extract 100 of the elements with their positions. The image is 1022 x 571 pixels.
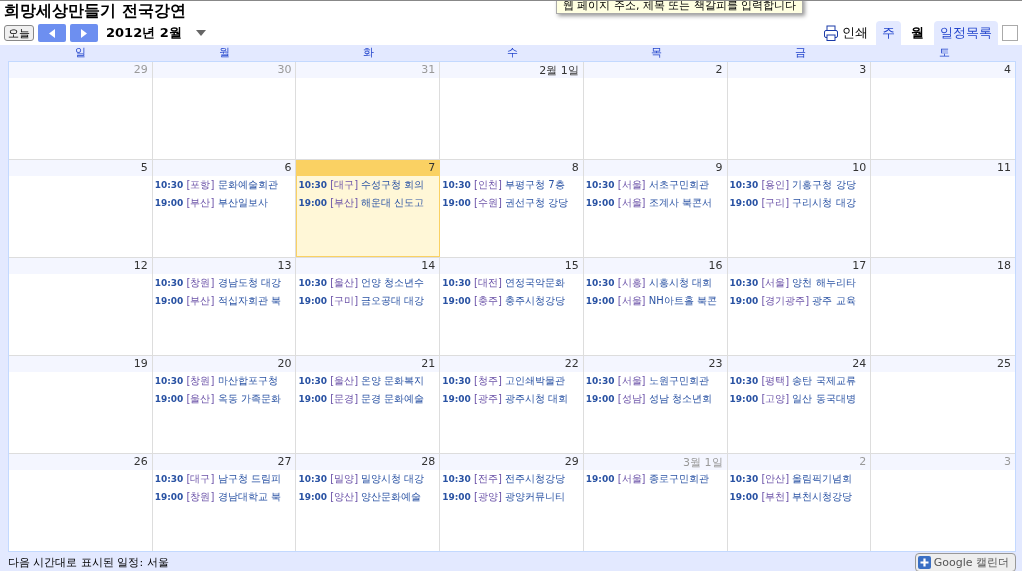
day-number: 2	[583, 62, 727, 78]
day-cell[interactable]: 16 10:30 [시흥] 시흥시청 대회 19:00 [서울] NH아트홀 북콘	[583, 258, 728, 355]
day-number: 15	[440, 258, 583, 274]
day-number: 10	[727, 160, 871, 176]
event-entry[interactable]: 19:00 [부산] 해운대 신도고	[296, 194, 440, 212]
event-entry[interactable]: 19:00 [서울] NH아트홀 북콘	[583, 292, 727, 310]
day-number: 27	[152, 454, 296, 470]
day-cell[interactable]: 23 10:30 [서울] 노원구민회관 19:00 [성남] 성남 청소년회	[583, 356, 728, 453]
dropdown-caret-icon[interactable]	[195, 30, 206, 36]
day-cell[interactable]: 3	[727, 62, 872, 159]
day-cell[interactable]: 25	[871, 356, 1015, 453]
day-cell[interactable]: 14 10:30 [울산] 언양 청소년수 19:00 [구미] 금오공대 대강	[296, 258, 441, 355]
day-cell[interactable]: 19	[9, 356, 153, 453]
event-entry[interactable]: 19:00 [고양] 일산 동국대병	[727, 390, 871, 408]
day-number: 13	[152, 258, 296, 274]
day-cell[interactable]: 3월 1일 19:00 [서울] 종로구민회관	[583, 454, 728, 551]
day-cell[interactable]: 5	[9, 160, 153, 257]
day-cell[interactable]: 10 10:30 [용인] 기흥구청 강당 19:00 [구리] 구리시청 대강	[727, 160, 872, 257]
event-entry[interactable]: 10:30 [울산] 온양 문화복지	[296, 372, 440, 390]
view-tab[interactable]: 일정목록	[934, 21, 998, 45]
day-cell[interactable]: 9 10:30 [서울] 서초구민회관 19:00 [서울] 조계사 북콘서	[583, 160, 728, 257]
day-cell[interactable]: 13 10:30 [창원] 경남도청 대강 19:00 [부산] 적십자회관 북	[152, 258, 297, 355]
day-cell[interactable]: 2월 1일	[440, 62, 584, 159]
day-cell[interactable]: 22 10:30 [청주] 고인쇄박물관 19:00 [광주] 광주시청 대회	[440, 356, 584, 453]
google-calendar-button[interactable]: Google 캘린더	[914, 552, 1016, 571]
previous-button[interactable]	[38, 24, 66, 42]
event-entry[interactable]: 19:00 [울산] 옥동 가족문화	[152, 390, 296, 408]
event-entry[interactable]: 19:00 [구리] 구리시청 대강	[727, 194, 871, 212]
day-cell[interactable]: 11	[871, 160, 1015, 257]
day-cell[interactable]: 12	[9, 258, 153, 355]
event-entry[interactable]: 10:30 [시흥] 시흥시청 대회	[583, 274, 727, 292]
event-entry[interactable]: 10:30 [대구] 수성구청 회의	[296, 176, 440, 194]
event-entry[interactable]: 10:30 [포항] 문화예술회관	[152, 176, 296, 194]
event-entry[interactable]: 19:00 [광양] 광양커뮤니티	[440, 488, 583, 506]
event-entry[interactable]: 10:30 [대전] 연정국악문화	[440, 274, 583, 292]
event-entry[interactable]: 10:30 [서울] 노원구민회관	[583, 372, 727, 390]
weekday-header: 수	[505, 45, 519, 61]
event-entry[interactable]: 10:30 [대구] 남구청 드림피	[152, 470, 296, 488]
day-number: 30	[152, 62, 296, 78]
day-cell[interactable]: 17 10:30 [서울] 양천 해누리타 19:00 [경기광주] 광주 교육	[727, 258, 872, 355]
day-number: 2	[727, 454, 871, 470]
event-entry[interactable]: 19:00 [광주] 광주시청 대회	[440, 390, 583, 408]
today-button[interactable]: 오늘	[4, 25, 34, 41]
day-number: 8	[440, 160, 583, 176]
event-entry[interactable]: 10:30 [울산] 언양 청소년수	[296, 274, 440, 292]
event-entry[interactable]: 19:00 [서울] 종로구민회관	[583, 470, 727, 488]
day-cell[interactable]: 24 10:30 [평택] 송탄 국제교류 19:00 [고양] 일산 동국대병	[727, 356, 872, 453]
event-entry[interactable]: 19:00 [양산] 양산문화예술	[296, 488, 440, 506]
event-entry[interactable]: 19:00 [부산] 적십자회관 북	[152, 292, 296, 310]
day-cell[interactable]: 6 10:30 [포항] 문화예술회관 19:00 [부산] 부산일보사	[152, 160, 297, 257]
event-entry[interactable]: 10:30 [평택] 송탄 국제교류	[727, 372, 871, 390]
event-entry[interactable]: 10:30 [용인] 기흥구청 강당	[727, 176, 871, 194]
view-tab[interactable]: 주	[876, 21, 901, 45]
day-cell[interactable]: 21 10:30 [울산] 온양 문화복지 19:00 [문경] 문경 문화예술	[296, 356, 441, 453]
print-link[interactable]: 인쇄	[842, 24, 868, 42]
day-cell[interactable]: 26	[9, 454, 153, 551]
day-cell[interactable]: 18	[871, 258, 1015, 355]
day-cell[interactable]: 15 10:30 [대전] 연정국악문화 19:00 [충주] 충주시청강당	[440, 258, 584, 355]
day-cell[interactable]: 7 10:30 [대구] 수성구청 회의 19:00 [부산] 해운대 신도고	[296, 160, 441, 257]
event-entry[interactable]: 10:30 [서울] 양천 해누리타	[727, 274, 871, 292]
day-number: 31	[296, 62, 440, 78]
event-entry[interactable]: 10:30 [창원] 마산합포구청	[152, 372, 296, 390]
printer-icon[interactable]	[824, 25, 838, 41]
day-cell[interactable]: 4	[871, 62, 1015, 159]
checkbox[interactable]	[1002, 25, 1018, 41]
event-entry[interactable]: 19:00 [부천] 부천시청강당	[727, 488, 871, 506]
event-entry[interactable]: 19:00 [부산] 부산일보사	[152, 194, 296, 212]
day-cell[interactable]: 20 10:30 [창원] 마산합포구청 19:00 [울산] 옥동 가족문화	[152, 356, 297, 453]
next-button[interactable]	[70, 24, 98, 42]
event-entry[interactable]: 19:00 [성남] 성남 청소년회	[583, 390, 727, 408]
day-cell[interactable]: 29 10:30 [전주] 전주시청강당 19:00 [광양] 광양커뮤니티	[440, 454, 584, 551]
day-number: 3월 1일	[583, 454, 727, 470]
event-entry[interactable]: 19:00 [창원] 경남대학교 북	[152, 488, 296, 506]
event-entry[interactable]: 19:00 [구미] 금오공대 대강	[296, 292, 440, 310]
day-number: 25	[871, 356, 1015, 372]
day-number: 4	[871, 62, 1015, 78]
event-entry[interactable]: 10:30 [안산] 올림픽기념회	[727, 470, 871, 488]
weekday-header: 월	[217, 45, 231, 61]
day-cell[interactable]: 28 10:30 [밀양] 밀양시청 대강 19:00 [양산] 양산문화예술	[296, 454, 441, 551]
day-number: 2월 1일	[440, 62, 583, 78]
day-cell[interactable]: 2	[583, 62, 728, 159]
event-entry[interactable]: 19:00 [수원] 권선구청 강당	[440, 194, 583, 212]
event-entry[interactable]: 19:00 [서울] 조계사 북콘서	[583, 194, 727, 212]
day-number: 11	[871, 160, 1015, 176]
event-entry[interactable]: 10:30 [서울] 서초구민회관	[583, 176, 727, 194]
event-entry[interactable]: 19:00 [충주] 충주시청강당	[440, 292, 583, 310]
timezone-note: 다음 시간대로 표시된 일정: 서울	[8, 554, 169, 570]
event-entry[interactable]: 10:30 [전주] 전주시청강당	[440, 470, 583, 488]
event-entry[interactable]: 10:30 [창원] 경남도청 대강	[152, 274, 296, 292]
event-entry[interactable]: 10:30 [인천] 부평구청 7층	[440, 176, 583, 194]
day-cell[interactable]: 27 10:30 [대구] 남구청 드림피 19:00 [창원] 경남대학교 북	[152, 454, 297, 551]
day-number: 21	[296, 356, 440, 372]
day-cell[interactable]: 2 10:30 [안산] 올림픽기념회 19:00 [부천] 부천시청강당	[727, 454, 872, 551]
day-number: 23	[583, 356, 727, 372]
event-entry[interactable]: 10:30 [청주] 고인쇄박물관	[440, 372, 583, 390]
day-cell[interactable]: 8 10:30 [인천] 부평구청 7층 19:00 [수원] 권선구청 강당	[440, 160, 584, 257]
event-entry[interactable]: 10:30 [밀양] 밀양시청 대강	[296, 470, 440, 488]
event-entry[interactable]: 19:00 [문경] 문경 문화예술	[296, 390, 440, 408]
event-entry[interactable]: 19:00 [경기광주] 광주 교육	[727, 292, 871, 310]
calendar-title: 희망세상만들기 전국강연	[3, 1, 187, 21]
